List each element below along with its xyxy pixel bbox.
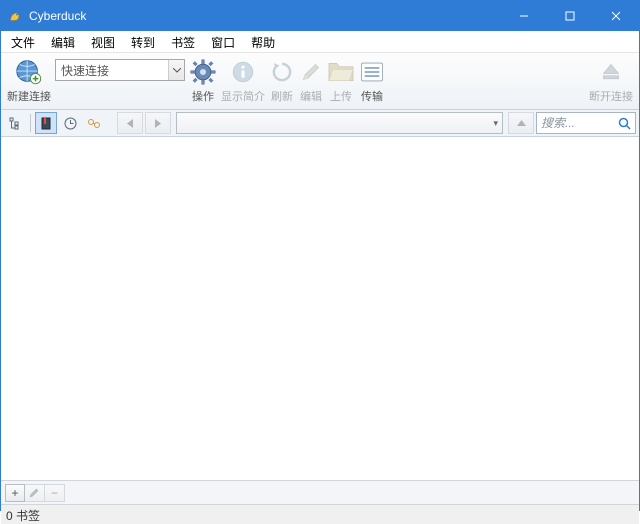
refresh-icon — [269, 59, 295, 85]
menu-edit[interactable]: 编辑 — [43, 31, 83, 52]
nav-back-button[interactable] — [117, 112, 143, 134]
add-bookmark-button[interactable]: + — [5, 484, 25, 502]
window-title: Cyberduck — [29, 9, 501, 23]
refresh-button[interactable]: 刷新 — [269, 55, 295, 105]
path-combo[interactable]: ▾ — [176, 112, 503, 134]
bonjour-icon — [87, 117, 101, 130]
info-icon — [230, 59, 256, 85]
folder-up-icon — [327, 60, 355, 84]
triangle-up-icon — [517, 119, 526, 127]
browser-content[interactable] — [1, 137, 639, 480]
pencil-small-icon — [29, 487, 40, 498]
upload-button[interactable]: 上传 — [327, 55, 355, 105]
app-icon — [7, 8, 23, 24]
menu-window[interactable]: 窗口 — [203, 31, 243, 52]
list-icon — [359, 60, 385, 84]
window-controls — [501, 1, 639, 31]
navigation-bar: ▾ — [1, 110, 639, 137]
menu-view[interactable]: 视图 — [83, 31, 123, 52]
menu-help[interactable]: 帮助 — [243, 31, 283, 52]
toolbar: 新建连接 快速连接 操作 显示简介 刷新 编辑 上传 传输 — [1, 53, 639, 110]
minimize-button[interactable] — [501, 1, 547, 31]
search-input[interactable] — [541, 116, 618, 130]
view-bookmarks-button[interactable] — [35, 112, 57, 134]
globe-plus-icon — [14, 57, 44, 87]
search-icon — [618, 117, 631, 130]
status-text: 0 书签 — [6, 509, 40, 523]
dropdown-icon — [168, 60, 184, 80]
view-outline-button[interactable] — [4, 112, 26, 134]
search-field[interactable] — [536, 112, 636, 134]
pencil-icon — [299, 60, 323, 84]
quick-connect: 快速连接 — [55, 55, 185, 105]
nav-up-button[interactable] — [508, 112, 534, 134]
remove-bookmark-button[interactable]: − — [45, 484, 65, 502]
view-bonjour-button[interactable] — [83, 112, 105, 134]
quick-connect-combo[interactable]: 快速连接 — [55, 59, 185, 81]
view-history-button[interactable] — [59, 112, 81, 134]
menu-bar: 文件 编辑 视图 转到 书签 窗口 帮助 — [1, 31, 639, 53]
maximize-button[interactable] — [547, 1, 593, 31]
close-button[interactable] — [593, 1, 639, 31]
get-info-button[interactable]: 显示简介 — [221, 55, 265, 105]
edit-button[interactable]: 编辑 — [299, 55, 323, 105]
edit-bookmark-button[interactable] — [25, 484, 45, 502]
chevron-down-icon: ▾ — [493, 118, 498, 129]
quick-connect-text: 快速连接 — [56, 62, 168, 79]
disconnect-button[interactable]: 断开连接 — [589, 55, 633, 105]
gear-icon — [189, 58, 217, 86]
new-connection-button[interactable]: 新建连接 — [7, 55, 51, 105]
triangle-left-icon — [126, 119, 134, 128]
bookmark-icon — [40, 117, 52, 130]
nav-forward-button[interactable] — [145, 112, 171, 134]
triangle-right-icon — [154, 119, 162, 128]
eject-icon — [599, 60, 623, 84]
tree-icon — [9, 117, 22, 130]
clock-icon — [64, 117, 77, 130]
menu-go[interactable]: 转到 — [123, 31, 163, 52]
transfers-button[interactable]: 传输 — [359, 55, 385, 105]
title-bar: Cyberduck — [1, 1, 639, 31]
bookmark-edit-bar: + − — [1, 480, 639, 504]
menu-bookmark[interactable]: 书签 — [163, 31, 203, 52]
menu-file[interactable]: 文件 — [3, 31, 43, 52]
status-bar: 0 书签 — [1, 504, 639, 524]
